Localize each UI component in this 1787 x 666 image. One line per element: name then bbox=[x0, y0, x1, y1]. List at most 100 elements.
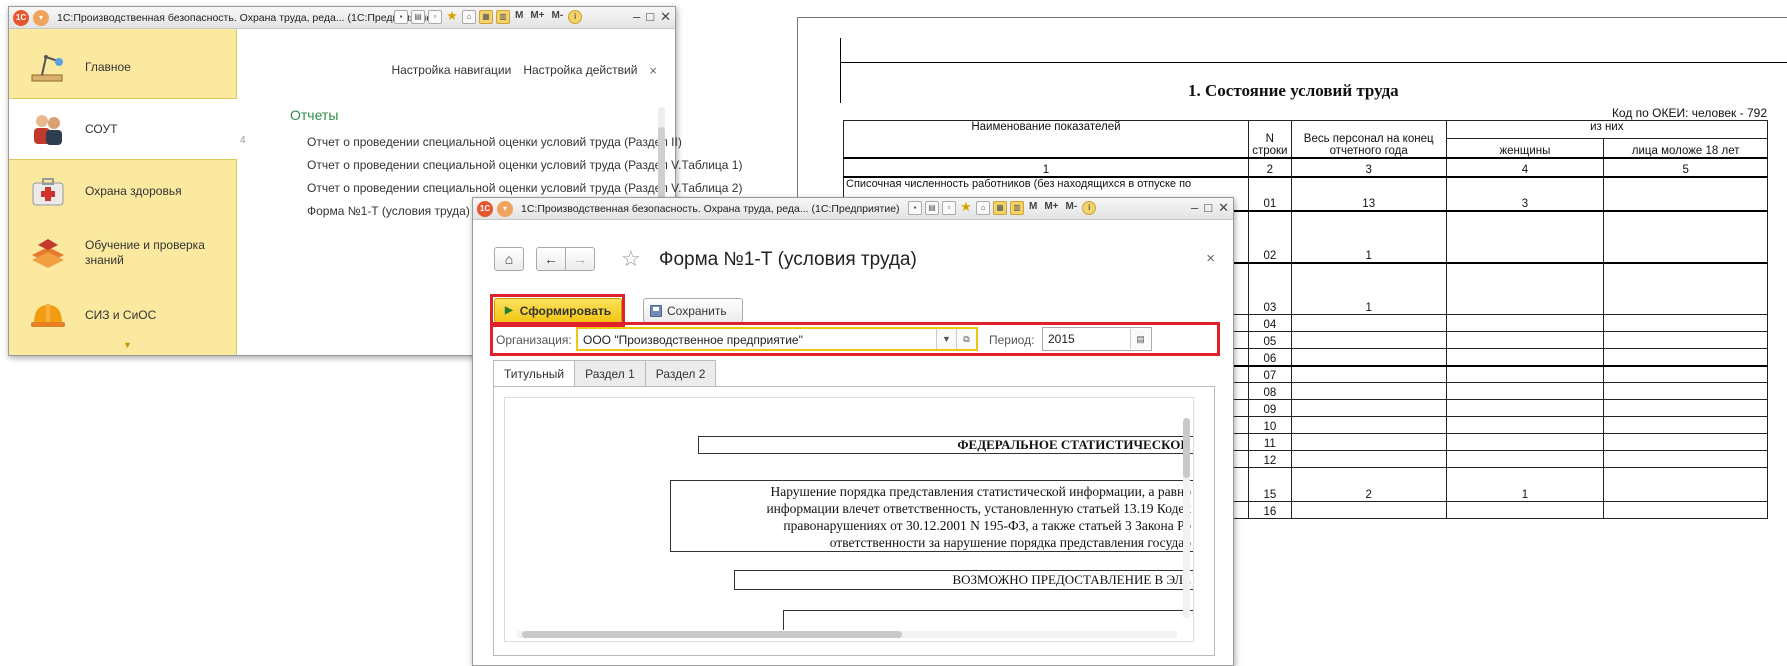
sidebar-item-label: СИЗ и СиОС bbox=[85, 307, 157, 322]
calculator-icon[interactable]: ▦ bbox=[993, 201, 1007, 215]
row-under18 bbox=[1603, 433, 1768, 451]
row-women bbox=[1445, 433, 1605, 451]
row-number: 09 bbox=[1247, 399, 1292, 417]
tab-title-page[interactable]: Титульный bbox=[493, 360, 576, 387]
favorite-star-icon[interactable]: ★ bbox=[959, 200, 973, 215]
preview-icon[interactable]: ▫ bbox=[942, 201, 956, 215]
row-under18 bbox=[1603, 261, 1768, 315]
save-icon[interactable]: ▪ bbox=[394, 10, 408, 24]
titlebar-toolbar: ▪ ▤ ▫ ★ ⌂ ▦ ▥ M M+ M- i bbox=[908, 200, 1097, 215]
doc-header-line: ФЕДЕРАЛЬНОЕ СТАТИСТИЧЕСКОЕ bbox=[698, 436, 1193, 454]
memory-button[interactable]: M bbox=[1027, 201, 1039, 215]
generate-label: Сформировать bbox=[519, 303, 612, 318]
1c-logo-icon[interactable]: 1С bbox=[477, 201, 493, 217]
row-total bbox=[1290, 382, 1447, 400]
titlebar: 1С ▾ 1С:Производственная безопасность. О… bbox=[473, 198, 1233, 220]
memory-plus-button[interactable]: M+ bbox=[1042, 201, 1060, 215]
report-link[interactable]: Отчет о проведении специальной оценки ус… bbox=[307, 158, 742, 172]
report-preview[interactable]: ФЕДЕРАЛЬНОЕ СТАТИСТИЧЕСКОЕ Нарушение пор… bbox=[493, 386, 1215, 656]
navigation-settings-link[interactable]: Настройка навигации bbox=[391, 63, 511, 78]
row-women: 1 bbox=[1445, 467, 1605, 502]
save-icon[interactable]: ▪ bbox=[908, 201, 922, 215]
info-icon[interactable]: i bbox=[568, 10, 583, 24]
doc-vertical-scrollbar[interactable] bbox=[1183, 418, 1190, 618]
minimize-icon[interactable]: – bbox=[633, 9, 640, 25]
report-title: 1. Состояние условий труда bbox=[1188, 81, 1399, 100]
report-okei-code: Код по ОКЕИ: человек - 792 bbox=[1611, 106, 1767, 120]
memory-button[interactable]: M bbox=[513, 10, 525, 24]
print-icon[interactable]: ▤ bbox=[925, 201, 939, 215]
maximize-icon[interactable]: □ bbox=[646, 9, 654, 25]
report-link[interactable]: Форма №1-Т (условия труда) bbox=[307, 204, 470, 218]
sidebar-item-ppe[interactable]: СИЗ и СиОС bbox=[9, 284, 237, 346]
memory-plus-button[interactable]: M+ bbox=[528, 10, 546, 24]
report-link[interactable]: Отчет о проведении специальной оценки ус… bbox=[307, 181, 742, 195]
home-button[interactable]: ⌂ bbox=[494, 247, 524, 271]
organization-field[interactable]: ООО "Производственное предприятие" bbox=[576, 327, 978, 351]
row-number: 11 bbox=[1247, 433, 1292, 451]
panel-links: Настройка навигации Настройка действий × bbox=[391, 63, 657, 78]
close-form-icon[interactable]: × bbox=[1206, 250, 1215, 267]
organization-open-icon[interactable]: ⧉ bbox=[956, 329, 976, 349]
window-title: 1С:Производственная безопасность. Охрана… bbox=[521, 203, 900, 215]
sidebar-item-training[interactable]: Обучение и проверка знаний bbox=[9, 222, 237, 284]
row-under18 bbox=[1603, 382, 1768, 400]
sidebar-item-health[interactable]: Охрана здоровья bbox=[9, 160, 237, 222]
close-window-icon[interactable]: ✕ bbox=[1218, 200, 1229, 216]
back-button[interactable]: ← bbox=[536, 247, 566, 271]
report-link[interactable]: Отчет о проведении специальной оценки ус… bbox=[307, 135, 682, 149]
doc-horizontal-scrollbar[interactable] bbox=[517, 631, 1177, 638]
row-under18 bbox=[1603, 416, 1768, 434]
close-window-icon[interactable]: ✕ bbox=[660, 9, 671, 25]
calendar-picker-icon[interactable]: ▤ bbox=[1130, 329, 1150, 349]
organization-dropdown-icon[interactable]: ▼ bbox=[936, 329, 956, 349]
memory-minus-button[interactable]: M- bbox=[1064, 201, 1080, 215]
close-panel-icon[interactable]: × bbox=[649, 63, 657, 78]
window-controls: – □ ✕ bbox=[633, 9, 671, 25]
row-under18 bbox=[1603, 175, 1768, 211]
row-under18 bbox=[1603, 364, 1768, 383]
sidebar-item-sout[interactable]: СОУТ bbox=[9, 98, 237, 160]
doc-warning-line: Нарушение порядка представления статисти… bbox=[770, 484, 1191, 499]
row-number: 07 bbox=[1247, 364, 1292, 383]
row-women bbox=[1445, 501, 1605, 519]
row-total bbox=[1290, 399, 1447, 417]
doc-warning-line: ответственности за нарушение порядка пре… bbox=[829, 535, 1191, 550]
row-number: 04 bbox=[1247, 314, 1292, 332]
doc-warning-line: информации влечет ответственность, устан… bbox=[766, 501, 1191, 516]
calculator-icon[interactable]: ▦ bbox=[479, 10, 493, 24]
row-women bbox=[1445, 314, 1605, 332]
tab-section-1[interactable]: Раздел 1 bbox=[574, 360, 646, 386]
save-label: Сохранить bbox=[667, 303, 727, 318]
memory-minus-button[interactable]: M- bbox=[550, 10, 566, 24]
window-title: 1С:Производственная безопасность. Охрана… bbox=[57, 12, 436, 24]
preview-icon[interactable]: ▫ bbox=[428, 10, 442, 24]
calendar-icon[interactable]: ▥ bbox=[496, 10, 510, 24]
home-icon: ⌂ bbox=[504, 251, 514, 267]
reports-heading: Отчеты bbox=[290, 107, 339, 123]
save-button[interactable]: Сохранить bbox=[643, 298, 743, 323]
calendar-icon[interactable]: ▥ bbox=[1010, 201, 1024, 215]
sidebar-scroll-down-icon[interactable]: ▼ bbox=[123, 340, 132, 350]
row-under18 bbox=[1603, 348, 1768, 366]
sections-sidebar: Главное СОУТ Охрана здоровья Обучение и … bbox=[9, 29, 237, 355]
minimize-icon[interactable]: – bbox=[1191, 200, 1198, 216]
row-women bbox=[1445, 209, 1605, 263]
generate-button[interactable]: ▶ Сформировать bbox=[494, 298, 622, 323]
sidebar-item-main[interactable]: Главное bbox=[9, 36, 237, 98]
row-total bbox=[1290, 364, 1447, 383]
history-icon[interactable]: ⌂ bbox=[976, 201, 990, 215]
forward-button[interactable]: → bbox=[565, 247, 595, 271]
favorite-star-icon[interactable]: ☆ bbox=[621, 246, 641, 272]
main-menu-dropdown-icon[interactable]: ▾ bbox=[497, 201, 513, 217]
history-icon[interactable]: ⌂ bbox=[462, 10, 476, 24]
maximize-icon[interactable]: □ bbox=[1204, 200, 1212, 216]
1c-logo-icon[interactable]: 1С bbox=[13, 10, 29, 26]
action-settings-link[interactable]: Настройка действий bbox=[523, 63, 637, 78]
favorite-star-icon[interactable]: ★ bbox=[445, 9, 459, 24]
info-icon[interactable]: i bbox=[1082, 201, 1097, 215]
window-controls: – □ ✕ bbox=[1191, 200, 1229, 216]
main-menu-dropdown-icon[interactable]: ▾ bbox=[33, 10, 49, 26]
tab-section-2[interactable]: Раздел 2 bbox=[644, 360, 717, 386]
print-icon[interactable]: ▤ bbox=[411, 10, 425, 24]
